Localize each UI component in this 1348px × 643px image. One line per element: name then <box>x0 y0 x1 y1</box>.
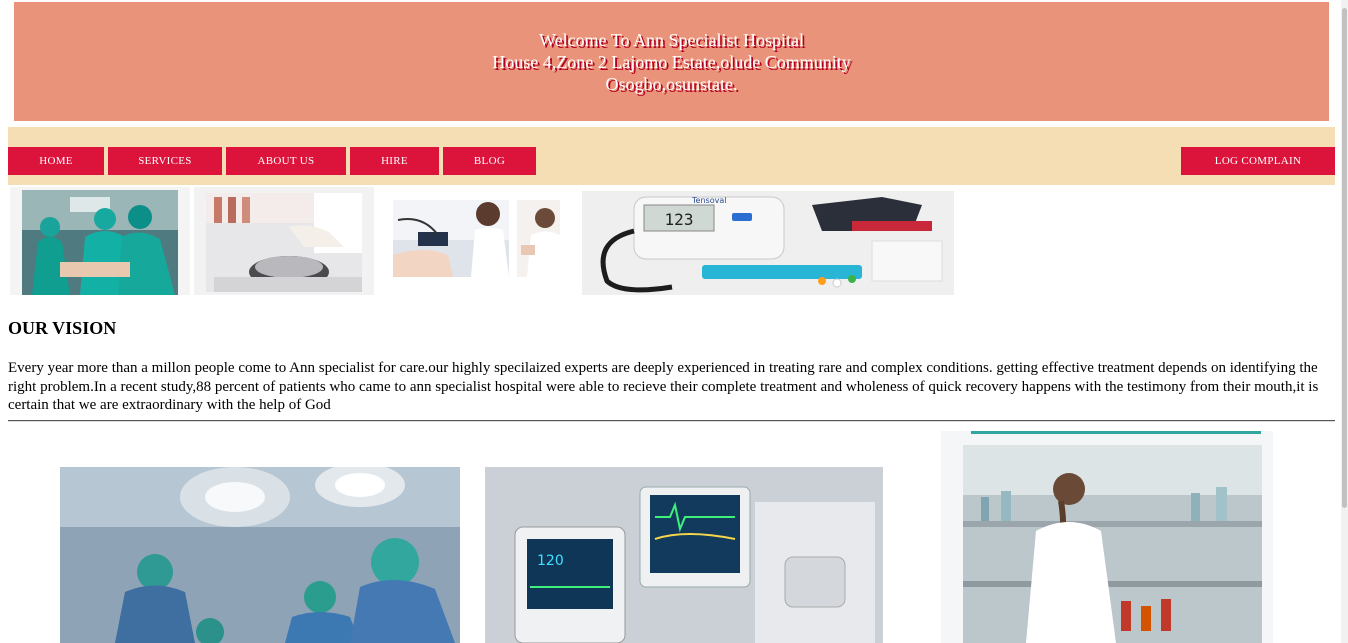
monitor-brand-text: Tensoval <box>691 196 726 205</box>
nav-bar: HOME SERVICES ABOUT US HIRE BLOG LOG COM… <box>8 127 1335 185</box>
section-divider <box>8 420 1335 422</box>
vision-paragraph: Every year more than a millon people com… <box>8 360 1319 413</box>
vision-heading: OUR VISION <box>8 318 117 338</box>
header-banner: Welcome To Ann Specialist Hospital House… <box>14 2 1329 121</box>
svg-text:120: 120 <box>537 553 564 569</box>
nav-blog-button[interactable]: BLOG <box>443 147 536 175</box>
address-line: House 4,Zone 2 Lajomo Estate,olude Commu… <box>492 51 851 72</box>
monitor-display-text: 123 <box>665 210 694 229</box>
nav-about-button[interactable]: ABOUT US <box>226 147 346 175</box>
nav-hire-button[interactable]: HIRE <box>350 147 439 175</box>
blood-pressure-check-image <box>393 200 509 277</box>
surgery-team-image <box>10 187 190 295</box>
nav-home-button[interactable]: HOME <box>8 147 104 175</box>
nav-services-button[interactable]: SERVICES <box>108 147 222 175</box>
log-complain-button[interactable]: LOG COMPLAIN <box>1181 147 1335 175</box>
city-line: Osogbo,osunstate. <box>605 73 738 94</box>
laboratory-scientist-image <box>941 431 1273 643</box>
medical-monitor-equipment-image: 120 <box>485 467 883 643</box>
doctor-consult-image <box>517 200 560 277</box>
welcome-title: Welcome To Ann Specialist Hospital <box>539 29 804 50</box>
lab-centrifuge-image <box>194 187 374 295</box>
operating-room-image <box>60 467 460 643</box>
bp-monitor-device-image: 123 Tensoval <box>582 191 954 295</box>
scrollbar-thumb[interactable] <box>1342 8 1347 508</box>
